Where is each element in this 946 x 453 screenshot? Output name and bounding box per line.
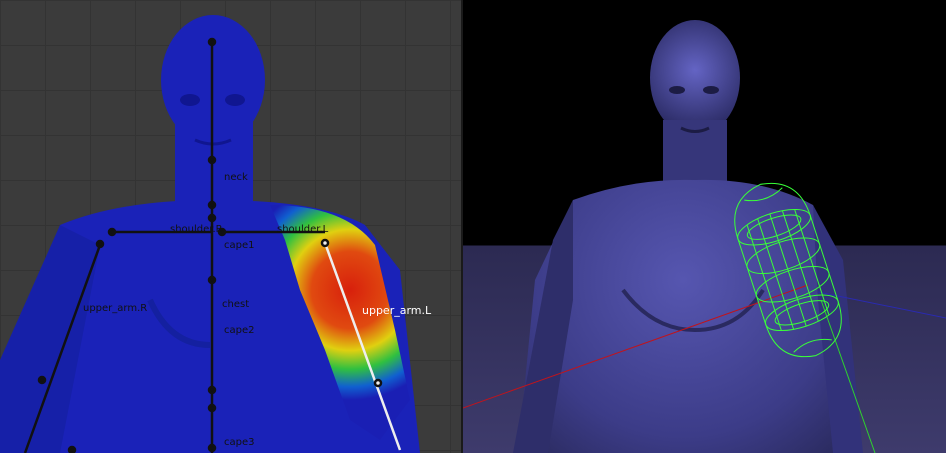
bone-joint[interactable]	[207, 37, 217, 47]
bone-joint[interactable]	[207, 155, 217, 165]
bone-label-shoulder-l: shoulder.L	[277, 224, 329, 235]
bone-joint[interactable]	[207, 200, 217, 210]
bone-joint[interactable]	[207, 443, 217, 453]
bone-label-neck: neck	[224, 172, 248, 183]
weight-paint-viewport[interactable]: neck shoulder.R shoulder.L cape1 chest c…	[0, 0, 463, 453]
bone-joint[interactable]	[107, 227, 117, 237]
weight-paint-canvas[interactable]	[0, 0, 463, 453]
bone-joint-selected[interactable]	[320, 238, 330, 248]
bone-label-chest: chest	[222, 299, 250, 310]
bone-joint[interactable]	[37, 375, 47, 385]
bone-joint[interactable]	[207, 385, 217, 395]
bone-joint[interactable]	[207, 275, 217, 285]
bone-joint[interactable]	[67, 445, 77, 453]
bone-label-upper-arm-l: upper_arm.L	[362, 304, 432, 317]
bone-label-cape2: cape2	[224, 325, 255, 336]
bone-label-cape1: cape1	[224, 240, 255, 251]
render-viewport[interactable]	[463, 0, 946, 453]
bone-label-upper-arm-r: upper_arm.R	[83, 303, 148, 314]
bone-joint[interactable]	[207, 213, 217, 223]
bone-joint-selected[interactable]	[373, 378, 383, 388]
bone-label-shoulder-r: shoulder.R	[170, 224, 223, 235]
bone-joint[interactable]	[95, 239, 105, 249]
render-canvas[interactable]	[463, 0, 946, 453]
bone-joint[interactable]	[207, 403, 217, 413]
bone-label-cape3: cape3	[224, 437, 255, 448]
mesh-render	[513, 20, 863, 453]
